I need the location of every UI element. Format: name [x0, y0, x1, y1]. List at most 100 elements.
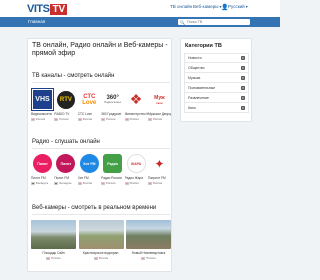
channel-logo: RTV [56, 90, 75, 109]
tv-channel-row: VHS Видеокассета Россия RTV RADIO TV Рос… [31, 88, 171, 121]
tv-channel-card[interactable]: СТС Love СТС Love Россия [77, 89, 101, 121]
category-item-society[interactable]: Общество 8 [184, 63, 249, 73]
russia-flag-icon [77, 181, 82, 185]
channel-name: 360 Градусов [101, 112, 121, 116]
count-badge: 8 [241, 105, 245, 110]
russia-flag-icon [31, 117, 35, 121]
radio-station-card[interactable]: ЖАРА Радио Жара Россия [124, 153, 148, 185]
channel-name: Видеокассета [31, 112, 52, 116]
channel-name: RADIO TV [54, 112, 70, 116]
channel-country: Россия [124, 117, 148, 121]
channel-logo: 360° Подмосковье [104, 95, 122, 104]
sidebar-title: Категории ТВ [185, 43, 222, 49]
webcam-name: Площадь Сайн [42, 251, 65, 255]
station-country: Беларусь [31, 181, 54, 185]
tv-channel-card[interactable]: ❖ Министерство Крым Россия [124, 89, 148, 121]
russia-flag-icon [124, 181, 129, 185]
nav-webcams-label: Веб-камеры [193, 4, 219, 9]
divider [32, 82, 170, 83]
nav-tv-online-label: ТВ онлайн [170, 4, 193, 9]
logo-badge: TV [50, 3, 68, 15]
category-item-cinema[interactable]: Кино 8 [184, 103, 249, 113]
eagle-icon: ✦ [148, 153, 170, 174]
belarus-flag-icon [54, 181, 59, 185]
russia-flag-icon [54, 117, 59, 121]
tv-channel-card[interactable]: VHS Видеокассета Россия [31, 88, 54, 121]
station-country: Россия [77, 181, 101, 185]
logo-text: VITS [27, 3, 50, 15]
webcam-country: Россия [126, 256, 171, 260]
russia-flag-icon [101, 117, 106, 121]
radio-station-card[interactable]: Радио Радио Россия Россия [101, 153, 124, 185]
webcam-row: Площадь Сайн Россия Красноярское водохра… [31, 220, 171, 260]
station-name: Радио Жара [124, 176, 143, 180]
russia-flag-icon [77, 117, 82, 121]
station-name: Радио Россия [101, 176, 122, 180]
russia-flag-icon [124, 117, 129, 121]
nav-tv-online[interactable]: ТВ онлайн [170, 4, 192, 9]
webcam-country: Россия [79, 256, 124, 260]
channel-logo: Муж ское [154, 94, 165, 105]
webcam-card[interactable]: Новый Нижневартовск Россия [126, 220, 171, 260]
site-logo[interactable]: VITS TV [27, 3, 68, 15]
radio-station-card[interactable]: Пилот Пилот FM Беларусь [31, 153, 54, 185]
divider [32, 214, 170, 215]
station-country: Россия [124, 181, 148, 185]
webcam-thumbnail [31, 220, 76, 249]
search-input[interactable] [186, 19, 247, 25]
category-item-music[interactable]: Музыка 8 [184, 73, 249, 83]
channel-name: СТС Love [77, 112, 93, 116]
station-logo: Пилот [33, 154, 52, 173]
webcam-thumbnail [126, 220, 171, 249]
russia-flag-icon [141, 256, 146, 260]
count-badge: 8 [241, 85, 245, 90]
webcam-card[interactable]: Площадь Сайн Россия [31, 220, 76, 260]
tv-channel-card[interactable]: RTV RADIO TV Россия [54, 89, 77, 121]
tv-channel-card[interactable]: 360° Подмосковье 360 Градусов Россия [101, 89, 124, 121]
count-badge: 8 [241, 56, 245, 60]
russia-flag-icon [93, 256, 98, 260]
emblem-icon: ❖ [129, 91, 143, 107]
search-box[interactable]: 🔍 [178, 19, 250, 25]
channel-country: Россия [54, 117, 77, 121]
tv-channel-card[interactable]: Муж ское Мужское Дворцов Россия [147, 89, 171, 121]
russia-flag-icon [147, 181, 152, 185]
station-country: Беларусь [54, 181, 77, 185]
tv-section-title: ТВ каналы - смотреть онлайн [32, 73, 115, 79]
channel-logo: VHS [31, 88, 54, 111]
webcam-country: Россия [31, 256, 76, 260]
russia-flag-icon [147, 117, 152, 121]
categories-sidebar: Категории ТВ Новости 8 Общество 8 Музыка 8 … [180, 38, 252, 122]
belarus-flag-icon [31, 181, 35, 185]
station-logo: Радио [103, 154, 123, 173]
language-select[interactable]: Русский ▾ [228, 4, 248, 9]
category-item-news[interactable]: Новости 8 [184, 53, 249, 63]
station-name: Пилот FM [54, 176, 70, 180]
station-name: Пилот FM [31, 176, 46, 180]
webcam-thumbnail [78, 220, 124, 249]
webcam-section-title: Веб-камеры - смотреть в реальном времени [32, 205, 157, 211]
webcam-card[interactable]: Красноярское водохран. Россия [78, 220, 124, 260]
channel-country: Россия [31, 117, 54, 121]
category-item-entertainment[interactable]: Развлечение 8 [184, 93, 249, 103]
category-list: Новости 8 Общество 8 Музыка 8 Познавательны… [184, 53, 249, 113]
station-name: Хит FM [77, 176, 89, 180]
station-logo: Пилот [56, 154, 76, 173]
radio-station-card[interactable]: ✦ Патриот FM Россия [147, 153, 171, 185]
station-country: Россия [147, 181, 171, 185]
station-country: Россия [101, 181, 124, 185]
russia-flag-icon [101, 181, 106, 185]
station-name: Патриот FM [147, 176, 166, 180]
search-icon[interactable]: 🔍 [180, 20, 185, 25]
channel-name: Министерство Крым [124, 112, 148, 116]
nav-webcams[interactable]: Веб-камеры ▾ [193, 4, 221, 9]
main-navbar: Главная 🔍 [0, 17, 280, 27]
page-title: ТВ онлайн, Радио онлайн и Веб-камеры - п… [32, 42, 168, 57]
nav-home[interactable]: Главная [28, 19, 45, 24]
channel-name: Мужское Дворцов [147, 112, 171, 116]
chevron-down-icon: ▾ [245, 4, 248, 9]
category-item-educational[interactable]: Познавательные 8 [184, 83, 249, 93]
radio-station-card[interactable]: Пилот Пилот FM Беларусь [54, 153, 77, 185]
count-badge: 8 [241, 75, 245, 80]
radio-station-card[interactable]: Хит FM Хит FM Россия [77, 153, 101, 185]
